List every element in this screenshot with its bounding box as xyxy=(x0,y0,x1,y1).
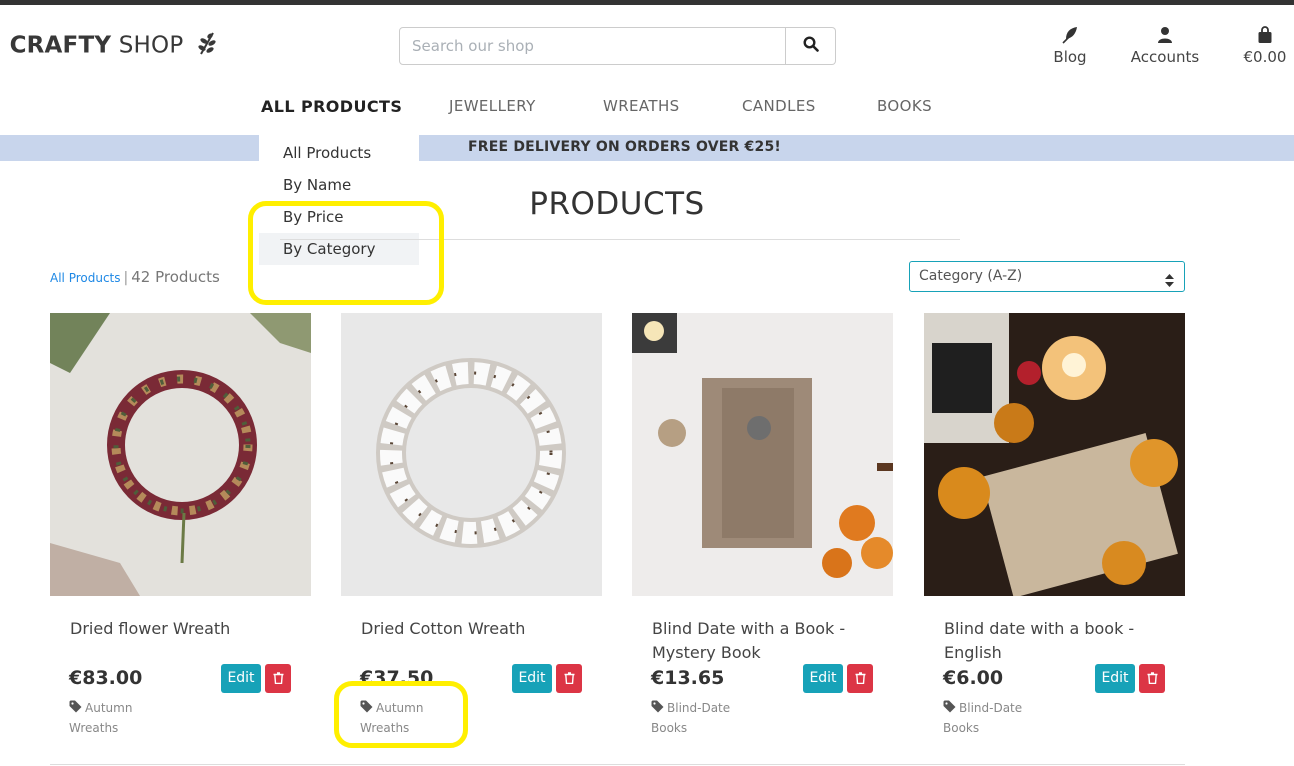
search-button[interactable] xyxy=(786,27,836,65)
delete-button[interactable] xyxy=(1139,664,1165,693)
trash-icon xyxy=(564,669,575,688)
search-bar xyxy=(399,27,836,65)
product-category[interactable]: Blind-Date Books xyxy=(943,699,1063,738)
delete-button[interactable] xyxy=(847,664,873,693)
nav-all-products[interactable]: ALL PRODUCTS xyxy=(261,97,402,116)
product-image-dried-cotton-wreath[interactable] xyxy=(341,313,602,596)
sort-select[interactable]: Category (A-Z) xyxy=(909,261,1185,292)
product-category[interactable]: Autumn Wreaths xyxy=(69,699,189,738)
edit-button[interactable]: Edit xyxy=(803,664,843,693)
category-line-2: Wreaths xyxy=(69,721,119,735)
trash-icon xyxy=(1147,669,1158,688)
brand-name-light: SHOP xyxy=(111,32,184,59)
delete-button[interactable] xyxy=(556,664,582,693)
dropdown-item-all-products[interactable]: All Products xyxy=(259,137,419,169)
trash-icon xyxy=(273,669,284,688)
product-image-dried-flower-wreath[interactable] xyxy=(50,313,311,596)
nav-jewellery[interactable]: JEWELLERY xyxy=(449,97,536,115)
product-price: €6.00 xyxy=(943,667,1004,689)
page-title: PRODUCTS xyxy=(529,186,705,222)
blog-label: Blog xyxy=(1053,48,1087,66)
highlight-annotation-category-tag xyxy=(334,681,468,748)
edit-button[interactable]: Edit xyxy=(1095,664,1135,693)
nav-wreaths[interactable]: WREATHS xyxy=(603,97,680,115)
product-name[interactable]: Blind Date with a Book - Mystery Book xyxy=(652,617,882,665)
accounts-link[interactable]: Accounts xyxy=(1128,26,1202,66)
search-input[interactable] xyxy=(399,27,786,65)
nav-books[interactable]: BOOKS xyxy=(877,97,932,115)
breadcrumb: All Products | 42 Products xyxy=(50,268,220,286)
brand-logo[interactable]: HE CRAFTY SHOP xyxy=(0,31,217,61)
product-image-blind-date-mystery-book[interactable] xyxy=(632,313,893,596)
sort-arrows-icon xyxy=(1165,269,1174,298)
blog-link[interactable]: Blog xyxy=(1048,26,1092,66)
edit-button[interactable]: Edit xyxy=(512,664,552,693)
brand-name-bold: HE CRAFTY xyxy=(0,32,112,59)
breadcrumb-all-products-link[interactable]: All Products xyxy=(50,271,121,285)
breadcrumb-separator: | xyxy=(123,270,129,286)
delete-button[interactable] xyxy=(265,664,291,693)
product-name[interactable]: Blind date with a book - English xyxy=(944,617,1174,665)
trash-icon xyxy=(855,669,866,688)
shopping-bag-icon xyxy=(1240,26,1290,46)
product-name[interactable]: Dried Cotton Wreath xyxy=(361,617,591,641)
highlight-annotation-by-category xyxy=(248,201,444,305)
edit-button[interactable]: Edit xyxy=(221,664,261,693)
product-image-blind-date-english[interactable] xyxy=(924,313,1185,596)
delivery-banner: FREE DELIVERY ON ORDERS OVER €25! xyxy=(0,135,1294,161)
top-border xyxy=(0,0,1294,5)
user-icon xyxy=(1128,26,1202,46)
product-count: 42 Products xyxy=(131,268,220,286)
category-line-1: Blind-Date xyxy=(959,701,1023,715)
product-price: €83.00 xyxy=(69,667,143,689)
search-icon xyxy=(802,36,819,56)
tag-icon xyxy=(651,700,664,719)
leaf-sprig-icon xyxy=(197,31,217,61)
feather-icon xyxy=(1048,26,1092,46)
cart-total: €0.00 xyxy=(1243,48,1287,66)
category-line-1: Blind-Date xyxy=(667,701,731,715)
category-line-2: Books xyxy=(943,721,980,735)
nav-candles[interactable]: CANDLES xyxy=(742,97,816,115)
category-line-1: Autumn xyxy=(85,701,133,715)
tag-icon xyxy=(69,700,82,719)
product-name[interactable]: Dried flower Wreath xyxy=(70,617,300,641)
accounts-label: Accounts xyxy=(1130,48,1200,66)
product-category[interactable]: Blind-Date Books xyxy=(651,699,771,738)
tag-icon xyxy=(943,700,956,719)
product-price: €13.65 xyxy=(651,667,725,689)
category-line-2: Books xyxy=(651,721,688,735)
sort-select-value: Category (A-Z) xyxy=(919,268,1023,284)
bottom-divider xyxy=(50,764,1185,765)
delivery-banner-text: FREE DELIVERY ON ORDERS OVER €25! xyxy=(468,139,781,155)
cart-link[interactable]: €0.00 xyxy=(1240,26,1290,66)
